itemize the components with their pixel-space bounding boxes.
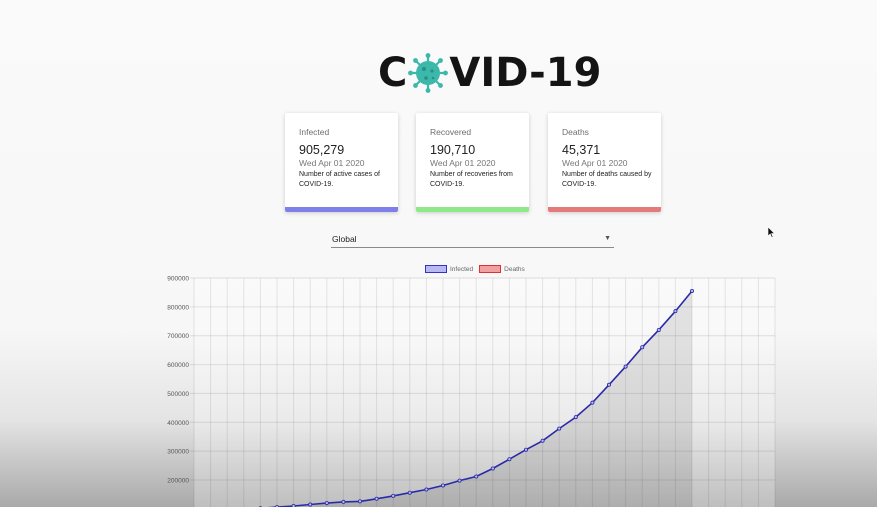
cases-line-chart: 900000 800000 700000 600000 500000 400000 3000… <box>167 276 776 507</box>
data-point[interactable] <box>374 496 379 501</box>
data-point[interactable] <box>308 502 313 507</box>
data-point[interactable] <box>656 327 661 332</box>
data-point[interactable] <box>424 487 429 492</box>
data-point[interactable] <box>457 478 462 483</box>
data-point[interactable] <box>640 345 645 350</box>
data-point[interactable] <box>573 415 578 420</box>
data-point[interactable] <box>440 483 445 488</box>
data-point[interactable] <box>590 400 595 405</box>
data-point[interactable] <box>690 288 695 293</box>
y-tick-label: 300000 <box>167 449 189 456</box>
y-tick-label: 400000 <box>167 420 189 427</box>
y-tick-label: 500000 <box>167 391 189 398</box>
data-point[interactable] <box>391 493 396 498</box>
data-point[interactable] <box>407 490 412 495</box>
y-tick-label: 600000 <box>167 362 189 369</box>
y-tick-label: 800000 <box>167 304 189 311</box>
data-point[interactable] <box>557 426 562 431</box>
data-point[interactable] <box>607 382 612 387</box>
data-point[interactable] <box>474 474 479 479</box>
data-point[interactable] <box>524 447 529 452</box>
y-axis-ticks: 900000 800000 700000 600000 500000 400000 3000… <box>167 276 189 485</box>
data-point[interactable] <box>507 457 512 462</box>
data-point[interactable] <box>623 364 628 369</box>
y-tick-label: 900000 <box>167 276 189 283</box>
data-point[interactable] <box>490 466 495 471</box>
data-point[interactable] <box>357 499 362 504</box>
data-point[interactable] <box>540 438 545 443</box>
y-tick-label: 200000 <box>167 478 189 485</box>
data-point[interactable] <box>673 309 678 314</box>
mouse-cursor-icon <box>768 227 775 238</box>
data-point[interactable] <box>324 501 329 506</box>
y-tick-label: 700000 <box>167 333 189 340</box>
data-point[interactable] <box>341 499 346 504</box>
